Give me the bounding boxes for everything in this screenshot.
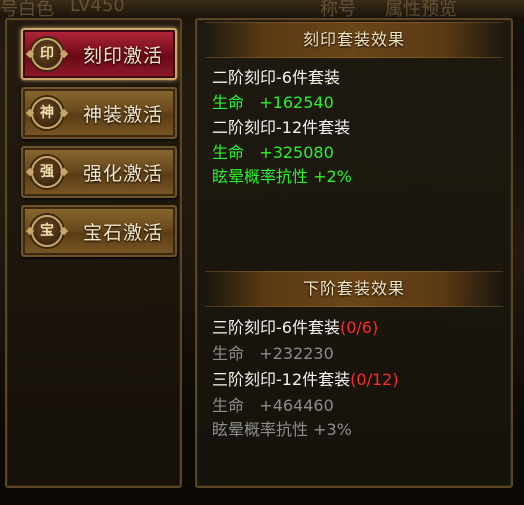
next-set1-name: 三阶刻印-6件套装(0/6)	[212, 318, 378, 338]
stat-value: +162540	[259, 93, 334, 112]
current-set1-name: 二阶刻印-6件套装	[212, 68, 340, 87]
tab-label: 强化激活	[83, 163, 164, 185]
stat-value: +232230	[259, 344, 334, 363]
tab-label: 刻印激活	[83, 45, 164, 67]
next-set1-bonus: 生命 +232230	[212, 344, 334, 364]
set-name: 三阶刻印-12件套装	[212, 370, 351, 389]
set-name: 三阶刻印-6件套装	[212, 318, 340, 337]
engrave-emblem-icon: 印	[31, 38, 63, 70]
tab-enhance-activate[interactable]: 强 强化激活	[21, 146, 177, 198]
background-top-bar: 号白色 LV450 称号 属性预览	[0, 0, 524, 20]
current-set2-bonus: 生命 +325080	[212, 143, 334, 163]
stat-value: +325080	[259, 143, 334, 162]
enhance-emblem-icon: 强	[31, 156, 63, 188]
next-set2-extra: 眩晕概率抗性 +3%	[212, 420, 352, 439]
tab-gem-activate[interactable]: 宝 宝石激活	[21, 205, 177, 257]
current-set1-bonus: 生命 +162540	[212, 93, 334, 113]
stat-value: +464460	[259, 396, 334, 415]
tab-divine-gear-activate[interactable]: 神 神装激活	[21, 87, 177, 139]
background-text: LV450	[70, 0, 125, 16]
current-set-header: 刻印套装效果	[205, 22, 503, 58]
tab-label: 神装激活	[83, 104, 164, 126]
stat-name: 生命	[212, 143, 245, 162]
next-set-header: 下阶套装效果	[205, 271, 503, 307]
set-effect-panel: 刻印套装效果 二阶刻印-6件套装 生命 +162540 二阶刻印-12件套装 生…	[195, 18, 513, 488]
stat-name: 生命	[212, 93, 245, 112]
tab-label: 宝石激活	[83, 222, 164, 244]
tab-engrave-activate[interactable]: 印 刻印激活	[21, 28, 177, 80]
current-set2-extra: 眩晕概率抗性 +2%	[212, 167, 352, 186]
set-progress: (0/6)	[339, 318, 379, 337]
current-set2-name: 二阶刻印-12件套装	[212, 118, 351, 137]
next-set2-bonus: 生命 +464460	[212, 396, 334, 416]
activation-tab-panel: 印 刻印激活 神 神装激活 强 强化激活 宝 宝石激活	[5, 18, 182, 488]
gem-emblem-icon: 宝	[31, 215, 63, 247]
stat-name: 生命	[212, 396, 245, 415]
divine-emblem-icon: 神	[31, 97, 63, 129]
next-set2-name: 三阶刻印-12件套装(0/12)	[212, 370, 399, 390]
set-progress: (0/12)	[350, 370, 399, 389]
stat-name: 生命	[212, 344, 245, 363]
